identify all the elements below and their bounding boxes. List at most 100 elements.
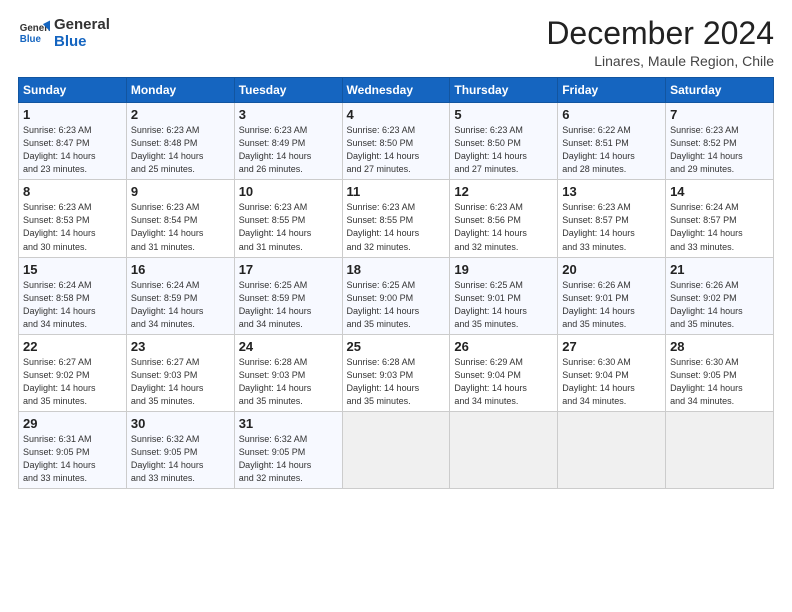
calendar-cell: 25Sunrise: 6:28 AM Sunset: 9:03 PM Dayli… [342, 334, 450, 411]
day-info: Sunrise: 6:23 AM Sunset: 8:54 PM Dayligh… [131, 201, 230, 253]
calendar-cell: 11 Sunrise: 6:23 AM Sunset: 8:55 PM Dayli… [342, 180, 450, 257]
day-info: Sunrise: 6:23 AM Sunset: 8:50 PM Dayligh… [347, 124, 446, 176]
calendar-week: 29 Sunrise: 6:31 AM Sunset: 9:05 PM Dayli… [19, 411, 774, 488]
day-number: 2 [131, 107, 230, 122]
header-day: Friday [558, 78, 666, 103]
day-number: 11 [347, 184, 446, 199]
calendar-cell: 17Sunrise: 6:25 AM Sunset: 8:59 PM Dayli… [234, 257, 342, 334]
day-number: 8 [23, 184, 122, 199]
day-number: 15 [23, 262, 122, 277]
header-day: Tuesday [234, 78, 342, 103]
calendar-cell: 2 Sunrise: 6:23 AM Sunset: 8:48 PM Daylig… [126, 103, 234, 180]
day-number: 20 [562, 262, 661, 277]
day-number: 23 [131, 339, 230, 354]
page: General Blue General Blue December 2024 … [0, 0, 792, 612]
day-info: Sunrise: 6:31 AM Sunset: 9:05 PM Dayligh… [23, 433, 122, 485]
calendar-cell: 26 Sunrise: 6:29 AM Sunset: 9:04 PM Dayli… [450, 334, 558, 411]
calendar-cell: 14 Sunrise: 6:24 AM Sunset: 8:57 PM Dayli… [666, 180, 774, 257]
day-number: 28 [670, 339, 769, 354]
day-number: 6 [562, 107, 661, 122]
day-info: Sunrise: 6:28 AM Sunset: 9:03 PM Dayligh… [239, 356, 338, 408]
day-number: 7 [670, 107, 769, 122]
day-info: Sunrise: 6:26 AM Sunset: 9:01 PM Dayligh… [562, 279, 661, 331]
calendar-cell [342, 411, 450, 488]
header-day: Sunday [19, 78, 127, 103]
calendar-cell: 9 Sunrise: 6:23 AM Sunset: 8:54 PM Daylig… [126, 180, 234, 257]
day-info: Sunrise: 6:30 AM Sunset: 9:04 PM Dayligh… [562, 356, 661, 408]
calendar-cell: 3 Sunrise: 6:23 AM Sunset: 8:49 PM Daylig… [234, 103, 342, 180]
day-number: 4 [347, 107, 446, 122]
header-day: Thursday [450, 78, 558, 103]
header-day: Saturday [666, 78, 774, 103]
day-number: 14 [670, 184, 769, 199]
day-info: Sunrise: 6:24 AM Sunset: 8:57 PM Dayligh… [670, 201, 769, 253]
day-info: Sunrise: 6:24 AM Sunset: 8:58 PM Dayligh… [23, 279, 122, 331]
calendar-cell: 24 Sunrise: 6:28 AM Sunset: 9:03 PM Dayli… [234, 334, 342, 411]
day-info: Sunrise: 6:25 AM Sunset: 9:00 PM Dayligh… [347, 279, 446, 331]
calendar-week: 1 Sunrise: 6:23 AM Sunset: 8:47 PM Daylig… [19, 103, 774, 180]
day-number: 9 [131, 184, 230, 199]
calendar-cell: 28 Sunrise: 6:30 AM Sunset: 9:05 PM Dayli… [666, 334, 774, 411]
calendar-cell: 16Sunrise: 6:24 AM Sunset: 8:59 PM Dayli… [126, 257, 234, 334]
calendar-cell: 5 Sunrise: 6:23 AM Sunset: 8:50 PM Daylig… [450, 103, 558, 180]
logo-text: General Blue [54, 16, 110, 51]
calendar-week: 15 Sunrise: 6:24 AM Sunset: 8:58 PM Dayli… [19, 257, 774, 334]
day-number: 24 [239, 339, 338, 354]
header-day: Wednesday [342, 78, 450, 103]
calendar-cell: 30 Sunrise: 6:32 AM Sunset: 9:05 PM Dayli… [126, 411, 234, 488]
day-info: Sunrise: 6:23 AM Sunset: 8:55 PM Dayligh… [239, 201, 338, 253]
day-number: 22 [23, 339, 122, 354]
calendar-cell [666, 411, 774, 488]
day-number: 5 [454, 107, 553, 122]
calendar-cell: 1 Sunrise: 6:23 AM Sunset: 8:47 PM Daylig… [19, 103, 127, 180]
header: General Blue General Blue December 2024 … [18, 16, 774, 69]
day-number: 21 [670, 262, 769, 277]
day-info: Sunrise: 6:23 AM Sunset: 8:56 PM Dayligh… [454, 201, 553, 253]
day-number: 17 [239, 262, 338, 277]
calendar-cell: 4 Sunrise: 6:23 AM Sunset: 8:50 PM Daylig… [342, 103, 450, 180]
day-info: Sunrise: 6:29 AM Sunset: 9:04 PM Dayligh… [454, 356, 553, 408]
header-row: SundayMondayTuesdayWednesdayThursdayFrid… [19, 78, 774, 103]
location: Linares, Maule Region, Chile [546, 53, 774, 69]
day-info: Sunrise: 6:23 AM Sunset: 8:53 PM Dayligh… [23, 201, 122, 253]
day-info: Sunrise: 6:23 AM Sunset: 8:50 PM Dayligh… [454, 124, 553, 176]
calendar-cell: 13 Sunrise: 6:23 AM Sunset: 8:57 PM Dayli… [558, 180, 666, 257]
day-number: 1 [23, 107, 122, 122]
day-number: 13 [562, 184, 661, 199]
day-number: 18 [347, 262, 446, 277]
calendar-cell: 8 Sunrise: 6:23 AM Sunset: 8:53 PM Daylig… [19, 180, 127, 257]
day-info: Sunrise: 6:25 AM Sunset: 9:01 PM Dayligh… [454, 279, 553, 331]
day-info: Sunrise: 6:23 AM Sunset: 8:52 PM Dayligh… [670, 124, 769, 176]
calendar-cell: 18 Sunrise: 6:25 AM Sunset: 9:00 PM Dayli… [342, 257, 450, 334]
calendar-week: 8 Sunrise: 6:23 AM Sunset: 8:53 PM Daylig… [19, 180, 774, 257]
month-title: December 2024 [546, 16, 774, 51]
calendar-cell: 19Sunrise: 6:25 AM Sunset: 9:01 PM Dayli… [450, 257, 558, 334]
day-info: Sunrise: 6:23 AM Sunset: 8:55 PM Dayligh… [347, 201, 446, 253]
day-info: Sunrise: 6:32 AM Sunset: 9:05 PM Dayligh… [131, 433, 230, 485]
day-info: Sunrise: 6:23 AM Sunset: 8:49 PM Dayligh… [239, 124, 338, 176]
calendar-cell: 22Sunrise: 6:27 AM Sunset: 9:02 PM Dayli… [19, 334, 127, 411]
day-number: 3 [239, 107, 338, 122]
day-number: 16 [131, 262, 230, 277]
header-day: Monday [126, 78, 234, 103]
calendar-cell: 31Sunrise: 6:32 AM Sunset: 9:05 PM Dayli… [234, 411, 342, 488]
logo-icon: General Blue [18, 17, 50, 49]
day-number: 12 [454, 184, 553, 199]
calendar-table: SundayMondayTuesdayWednesdayThursdayFrid… [18, 77, 774, 489]
day-number: 30 [131, 416, 230, 431]
calendar-cell: 7 Sunrise: 6:23 AM Sunset: 8:52 PM Daylig… [666, 103, 774, 180]
calendar-week: 22Sunrise: 6:27 AM Sunset: 9:02 PM Dayli… [19, 334, 774, 411]
svg-text:Blue: Blue [20, 34, 42, 45]
calendar-cell: 6Sunrise: 6:22 AM Sunset: 8:51 PM Daylig… [558, 103, 666, 180]
day-number: 27 [562, 339, 661, 354]
day-info: Sunrise: 6:23 AM Sunset: 8:57 PM Dayligh… [562, 201, 661, 253]
day-info: Sunrise: 6:23 AM Sunset: 8:47 PM Dayligh… [23, 124, 122, 176]
day-info: Sunrise: 6:30 AM Sunset: 9:05 PM Dayligh… [670, 356, 769, 408]
day-info: Sunrise: 6:23 AM Sunset: 8:48 PM Dayligh… [131, 124, 230, 176]
day-number: 26 [454, 339, 553, 354]
calendar-cell [558, 411, 666, 488]
day-number: 29 [23, 416, 122, 431]
calendar-cell: 27 Sunrise: 6:30 AM Sunset: 9:04 PM Dayli… [558, 334, 666, 411]
day-info: Sunrise: 6:28 AM Sunset: 9:03 PM Dayligh… [347, 356, 446, 408]
day-info: Sunrise: 6:26 AM Sunset: 9:02 PM Dayligh… [670, 279, 769, 331]
